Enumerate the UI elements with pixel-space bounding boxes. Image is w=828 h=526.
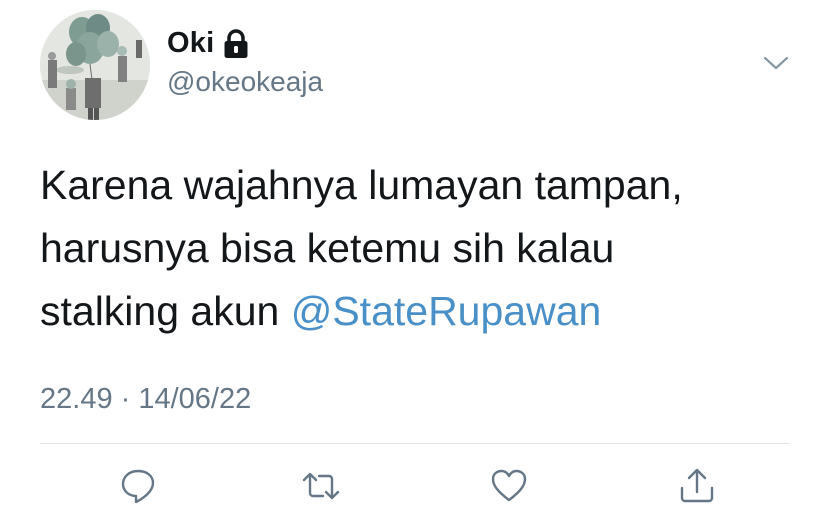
retweet-button[interactable]	[301, 466, 341, 506]
chevron-down-icon[interactable]	[762, 52, 790, 74]
tweet-timestamp[interactable]: 22.49 · 14/06/22	[40, 383, 251, 416]
tweet-text-line: stalking akun @StateRupawan	[40, 280, 800, 343]
author-name-row[interactable]: Oki	[167, 24, 249, 62]
divider	[40, 443, 790, 444]
avatar[interactable]	[40, 10, 150, 120]
tweet-text-segment: stalking akun	[40, 288, 291, 334]
share-icon	[680, 468, 714, 503]
display-name[interactable]: Oki	[167, 27, 214, 60]
tweet-card: Oki @okeokeaja Karena wajahnya lumayan t…	[0, 0, 828, 526]
tweet-text: Karena wajahnya lumayan tampan, harusnya…	[40, 154, 800, 343]
lock-icon	[223, 29, 249, 59]
retweet-icon	[302, 472, 340, 500]
mention-link[interactable]: @StateRupawan	[291, 288, 602, 334]
share-button[interactable]	[677, 466, 717, 506]
reply-icon	[121, 469, 155, 504]
tweet-text-line: harusnya bisa ketemu sih kalau	[40, 225, 615, 271]
reply-button[interactable]	[118, 466, 158, 506]
like-icon	[491, 469, 527, 502]
author-handle[interactable]: @okeokeaja	[167, 66, 323, 98]
tweet-text-line: Karena wajahnya lumayan tampan,	[40, 162, 683, 208]
avatar-image	[40, 10, 150, 120]
like-button[interactable]	[489, 466, 529, 506]
